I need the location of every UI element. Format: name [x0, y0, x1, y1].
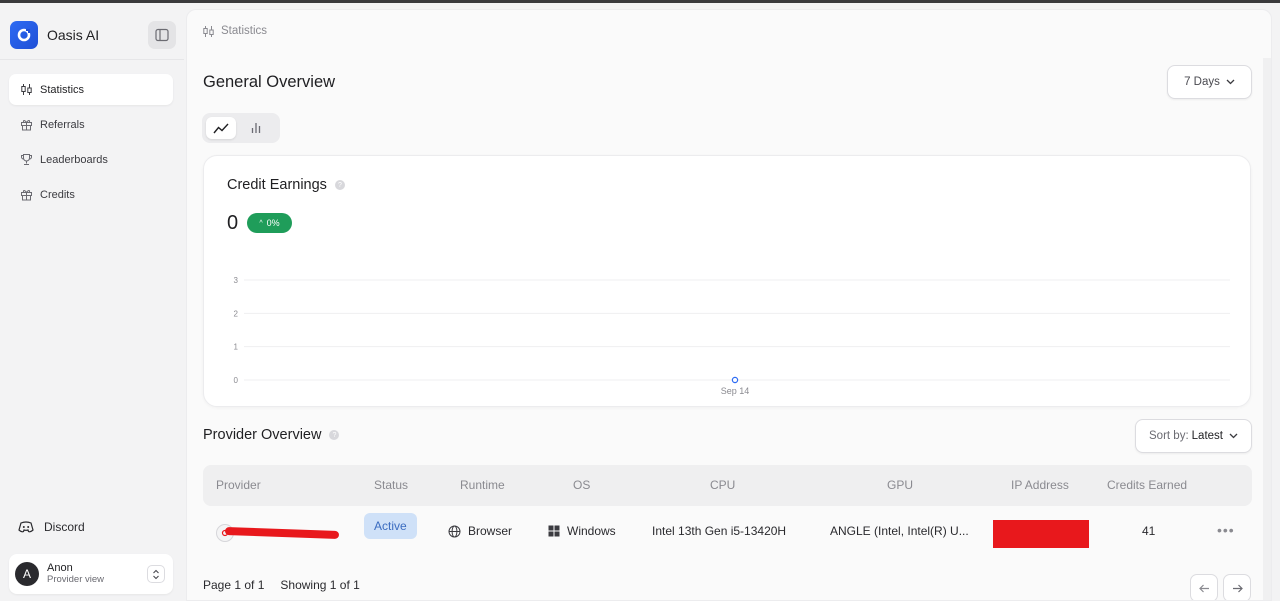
column-header[interactable]: OS: [573, 478, 590, 492]
pagination-info: Page 1 of 1 Showing 1 of 1: [203, 578, 376, 592]
credit-earnings-chart: 3 2 1 0 Sep 14: [234, 276, 1230, 396]
page-title: General Overview: [203, 73, 336, 91]
card-title: Credit Earnings ?: [227, 177, 345, 193]
os-cell: Windows: [548, 524, 616, 538]
line-chart-button[interactable]: [206, 117, 236, 139]
showing-indicator: Showing 1 of 1: [280, 578, 360, 592]
range-select[interactable]: 7 Days: [1167, 65, 1252, 99]
gpu-value: ANGLE (Intel, Intel(R) U...: [830, 524, 969, 538]
provider-title-text: Provider Overview: [203, 427, 322, 443]
status-badge: Active: [364, 513, 417, 539]
sidebar-item-label: Leaderboards: [40, 153, 108, 166]
gift-icon: [19, 118, 33, 132]
column-header[interactable]: CPU: [710, 478, 735, 492]
sidebar-item-label: Credits: [40, 188, 75, 201]
cpu-value: Intel 13th Gen i5-13420H: [652, 524, 787, 538]
bar-chart-button[interactable]: [241, 117, 271, 139]
user-name: Anon: [47, 562, 73, 574]
previous-page-button[interactable]: [1190, 574, 1218, 600]
table-header: Provider Status Runtime OS CPU GPU IP Ad…: [203, 465, 1252, 506]
sort-value: Latest: [1191, 430, 1223, 442]
x-tick-label: Sep 14: [721, 386, 750, 396]
scrollbar[interactable]: [1263, 58, 1271, 600]
change-value: 0%: [266, 218, 280, 228]
arrow-up-icon: ^: [259, 219, 263, 227]
sidebar-toggle-button[interactable]: [148, 21, 176, 49]
breadcrumb: Statistics: [201, 24, 267, 38]
row-actions-menu[interactable]: •••: [1217, 522, 1235, 538]
y-tick-label: 0: [234, 376, 239, 385]
sidebar-nav: Statistics Referrals Leaderboards Credit…: [9, 74, 173, 214]
column-header[interactable]: Status: [374, 478, 408, 492]
credit-value: 0: [227, 212, 239, 234]
discord-label: Discord: [44, 520, 85, 534]
avatar: A: [15, 562, 39, 586]
column-header[interactable]: GPU: [887, 478, 913, 492]
discord-icon: [18, 520, 34, 534]
redacted-ip-address: [993, 520, 1089, 548]
sidebar-divider: [0, 59, 184, 60]
column-header[interactable]: IP Address: [1011, 478, 1069, 492]
windows-icon: [548, 525, 560, 537]
window-top-bar: [0, 0, 1280, 3]
column-header[interactable]: Runtime: [460, 478, 505, 492]
sidebar-item-credits[interactable]: Credits: [9, 179, 173, 210]
trophy-icon: [19, 153, 33, 167]
credit-earnings-card: Credit Earnings ? 0 ^ 0% 3 2 1 0 Sep 14: [203, 155, 1251, 407]
column-header[interactable]: Credits Earned: [1107, 478, 1187, 492]
runtime-cell: Browser: [448, 524, 512, 538]
y-tick-label: 3: [234, 276, 239, 285]
y-tick-label: 2: [234, 309, 239, 318]
sidebar: Oasis AI Statistics Referrals Leaderboar…: [0, 3, 184, 601]
page-indicator: Page 1 of 1: [203, 578, 265, 592]
bar-chart-icon: [251, 123, 261, 133]
chevron-down-icon: [1229, 433, 1238, 439]
column-header[interactable]: Provider: [216, 478, 261, 492]
candlestick-icon: [19, 83, 33, 97]
card-title-text: Credit Earnings: [227, 177, 327, 193]
sidebar-panel-icon: [155, 28, 169, 42]
oasis-logo-icon: [10, 21, 38, 49]
sidebar-item-statistics[interactable]: Statistics: [9, 74, 173, 105]
sidebar-item-referrals[interactable]: Referrals: [9, 109, 173, 140]
chart-mode-toggle: [202, 113, 280, 143]
app-name: Oasis AI: [47, 27, 100, 43]
chevron-down-icon: [1226, 79, 1235, 85]
sort-select[interactable]: Sort by: Latest: [1135, 419, 1252, 453]
provider-overview-title: Provider Overview ?: [203, 427, 340, 443]
range-select-value: 7 Days: [1184, 76, 1220, 88]
main-panel: Statistics General Overview 7 Days Credi…: [186, 9, 1272, 601]
runtime-value: Browser: [468, 524, 513, 538]
user-card[interactable]: A Anon Provider view: [9, 554, 173, 594]
table-row[interactable]: Active Browser Windows Intel 13th Gen i5…: [203, 506, 1252, 560]
sidebar-item-leaderboards[interactable]: Leaderboards: [9, 144, 173, 175]
help-icon[interactable]: ?: [334, 180, 345, 190]
next-page-button[interactable]: [1223, 574, 1251, 600]
user-info: Anon Provider view: [47, 562, 104, 586]
status-cell: Active: [364, 513, 417, 539]
arrow-left-icon: [1198, 584, 1209, 592]
brand[interactable]: Oasis AI: [10, 19, 176, 51]
user-role: Provider view: [47, 574, 105, 585]
credits-earned-value: 41: [1142, 524, 1156, 538]
sidebar-item-label: Statistics: [40, 83, 85, 96]
y-tick-label: 1: [234, 343, 239, 352]
breadcrumb-label: Statistics: [221, 25, 268, 37]
provider-table: Provider Status Runtime OS CPU GPU IP Ad…: [203, 465, 1252, 560]
os-value: Windows: [567, 524, 616, 538]
change-badge: ^ 0%: [247, 213, 292, 233]
discord-link[interactable]: Discord: [18, 520, 85, 534]
redacted-provider-name: [224, 527, 340, 539]
arrow-right-icon: [1232, 584, 1243, 592]
user-switch-button[interactable]: [147, 565, 165, 583]
gift-icon: [19, 188, 33, 202]
sort-label: Sort by:: [1149, 430, 1189, 442]
data-point: [731, 376, 739, 384]
globe-icon: [448, 525, 461, 538]
line-chart-icon: [213, 123, 229, 133]
help-icon[interactable]: ?: [329, 430, 340, 440]
sidebar-item-label: Referrals: [40, 118, 85, 131]
chevron-up-down-icon: [153, 569, 159, 579]
candlestick-icon: [201, 24, 215, 38]
